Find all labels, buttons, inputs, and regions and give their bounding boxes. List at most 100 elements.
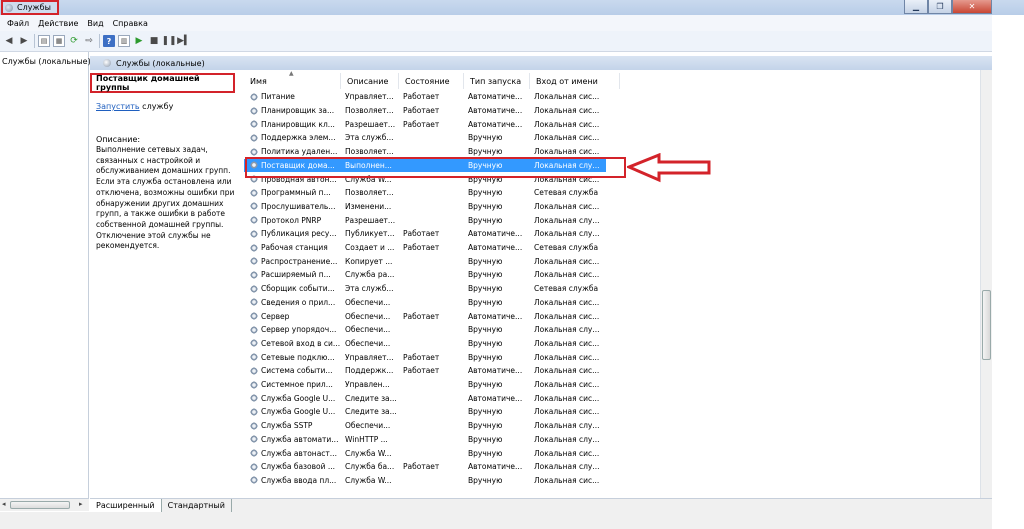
- service-gear-icon: [250, 462, 258, 471]
- cell-startup-type: Автоматиче...: [468, 119, 523, 129]
- table-row[interactable]: Распространение... Копирует ... Вручную Лок…: [244, 254, 606, 268]
- refresh-icon[interactable]: ⟳: [68, 35, 80, 47]
- table-row[interactable]: Программный п... Позволяет... Вручную Сетев…: [244, 186, 606, 200]
- stop-icon[interactable]: ■: [148, 35, 160, 47]
- table-row[interactable]: Расширяемый п... Служба ра... Вручную Локал…: [244, 268, 606, 282]
- column-header-description[interactable]: Описание: [341, 73, 399, 89]
- cell-log-on-as: Локальная сис...: [534, 366, 600, 376]
- cell-log-on-as: Локальная слу...: [534, 462, 600, 472]
- cell-startup-type: Автоматиче...: [468, 393, 523, 403]
- cell-description: Обеспечи...: [345, 325, 391, 335]
- table-row[interactable]: Прослушиватель... Изменени... Вручную Локал…: [244, 200, 606, 214]
- services-list: Имя Описание Состояние Тип запуска Вход …: [244, 70, 992, 498]
- table-row[interactable]: Планировщик кл... Разрешает... Работает Авт…: [244, 117, 606, 131]
- service-name: Сетевой вход в си...: [261, 338, 341, 348]
- maximize-button[interactable]: ❐: [928, 0, 952, 14]
- list-vertical-scrollbar[interactable]: [980, 70, 992, 498]
- tree-horizontal-scrollbar[interactable]: ◂ ▸: [0, 498, 89, 511]
- tree-item-services-local[interactable]: Службы (локальные): [2, 57, 91, 66]
- table-row[interactable]: Планировщик за... Позволяет... Работает Авт…: [244, 104, 606, 118]
- cell-log-on-as: Локальная сис...: [534, 106, 600, 116]
- toolbar-separator: [34, 34, 35, 48]
- table-row[interactable]: Протокол PNRP Разрешает... Вручную Локальна…: [244, 213, 606, 227]
- service-name: Служба Google U...: [261, 393, 336, 403]
- scroll-thumb[interactable]: [10, 501, 70, 509]
- cell-name: Рабочая станция: [244, 243, 341, 252]
- menu-action[interactable]: Действие: [38, 19, 78, 28]
- tab-standard[interactable]: Стандартный: [162, 499, 232, 512]
- table-row[interactable]: Система событи... Поддержк... Работает Авто…: [244, 364, 606, 378]
- table-row[interactable]: Сетевые подклю... Управляет... Работает Вру…: [244, 350, 606, 364]
- view-tabs: Расширенный Стандартный: [90, 498, 992, 512]
- start-service-link[interactable]: Запустить: [96, 102, 140, 111]
- service-name: Служба ввода пл...: [261, 475, 337, 485]
- menu-file[interactable]: Файл: [7, 19, 29, 28]
- menu-help[interactable]: Справка: [113, 19, 148, 28]
- pause-icon[interactable]: ❚❚: [161, 35, 176, 47]
- table-row[interactable]: Питание Управляет... Работает Автоматиче...…: [244, 90, 606, 104]
- table-row[interactable]: Служба автомати... WinHTTP ... Вручную Лока…: [244, 433, 606, 447]
- cell-log-on-as: Локальная сис...: [534, 352, 600, 362]
- table-row[interactable]: Служба автонаст... Служба W... Вручную Лока…: [244, 446, 606, 460]
- cell-status: Работает: [403, 462, 440, 472]
- cell-startup-type: Вручную: [468, 421, 503, 431]
- table-row[interactable]: Служба базовой ... Служба ба... Работает Ав…: [244, 460, 606, 474]
- cell-name: Служба автонаст...: [244, 449, 341, 458]
- table-row[interactable]: Служба ввода пл... Служба W... Вручную Лока…: [244, 474, 606, 488]
- view-icon[interactable]: ▥: [118, 35, 130, 47]
- table-row[interactable]: Сервер упорядоч... Обеспечи... Вручную Лока…: [244, 323, 606, 337]
- cell-name: Система событи...: [244, 366, 341, 375]
- cell-description: Служба ба...: [345, 462, 395, 472]
- table-row[interactable]: Сборщик событи... Эта служб... Вручную Сете…: [244, 282, 606, 296]
- scroll-right-icon[interactable]: ▸: [79, 500, 83, 508]
- close-button[interactable]: ✕: [952, 0, 992, 14]
- table-row[interactable]: Рабочая станция Создает и ... Работает Авто…: [244, 241, 606, 255]
- column-header-status[interactable]: Состояние: [399, 73, 464, 89]
- tab-extended[interactable]: Расширенный: [90, 499, 162, 512]
- table-row[interactable]: Сетевой вход в си... Обеспечи... Вручную Ло…: [244, 337, 606, 351]
- cell-log-on-as: Сетевая служба: [534, 188, 599, 198]
- cell-startup-type: Вручную: [468, 475, 503, 485]
- scroll-thumb[interactable]: [982, 290, 991, 360]
- table-row[interactable]: Системное прил... Управлен... Вручную Локал…: [244, 378, 606, 392]
- cell-startup-type: Вручную: [468, 352, 503, 362]
- column-header-startup-type[interactable]: Тип запуска: [464, 73, 530, 89]
- table-row[interactable]: Сервер Обеспечи... Работает Автоматиче... Ло…: [244, 309, 606, 323]
- properties-icon[interactable]: ▦: [53, 35, 65, 47]
- table-row[interactable]: Служба Google U... Следите за... Автоматич…: [244, 391, 606, 405]
- cell-startup-type: Автоматиче...: [468, 462, 523, 472]
- menu-view[interactable]: Вид: [87, 19, 103, 28]
- cell-startup-type: Вручную: [468, 448, 503, 458]
- title-bar: Службы ▁ ❐ ✕: [0, 0, 1024, 15]
- table-row[interactable]: Служба SSTP Обеспечи... Вручную Локальная с…: [244, 419, 606, 433]
- cell-status: Работает: [403, 243, 440, 253]
- start-icon[interactable]: ▶: [133, 35, 145, 47]
- cell-description: Эта служб...: [345, 284, 394, 294]
- restart-icon[interactable]: ▶▍: [177, 35, 191, 47]
- help-icon[interactable]: ?: [103, 35, 115, 47]
- scroll-left-icon[interactable]: ◂: [2, 500, 6, 508]
- cell-name: Служба SSTP: [244, 421, 341, 430]
- service-gear-icon: [250, 133, 258, 142]
- export-icon[interactable]: ⇨: [83, 35, 95, 47]
- forward-icon[interactable]: ▶: [18, 35, 30, 47]
- cell-description: Позволяет...: [345, 106, 394, 116]
- table-row[interactable]: Поддержка элем... Эта служб... Вручную Лока…: [244, 131, 606, 145]
- cell-description: Управляет...: [345, 352, 394, 362]
- table-row[interactable]: Сведения о прил... Обеспечи... Вручную Лока…: [244, 296, 606, 310]
- cell-name: Служба Google U...: [244, 394, 341, 403]
- column-header-log-on-as[interactable]: Вход от имени: [530, 73, 620, 89]
- table-row[interactable]: Служба Google U... Следите за... Вручную Ло…: [244, 405, 606, 419]
- cell-description: Служба W...: [345, 475, 392, 485]
- cell-startup-type: Вручную: [468, 188, 503, 198]
- table-row[interactable]: Публикация ресу... Публикует... Работает Ав…: [244, 227, 606, 241]
- service-name: Служба автомати...: [261, 434, 339, 444]
- cell-status: Работает: [403, 106, 440, 116]
- back-icon[interactable]: ◀: [3, 35, 15, 47]
- pane-header: Службы (локальные): [90, 56, 992, 70]
- minimize-button[interactable]: ▁: [904, 0, 928, 14]
- service-gear-icon: [250, 106, 258, 115]
- console-tree-icon[interactable]: ▤: [38, 35, 50, 47]
- service-gear-icon: [250, 298, 258, 307]
- service-gear-icon: [250, 92, 258, 101]
